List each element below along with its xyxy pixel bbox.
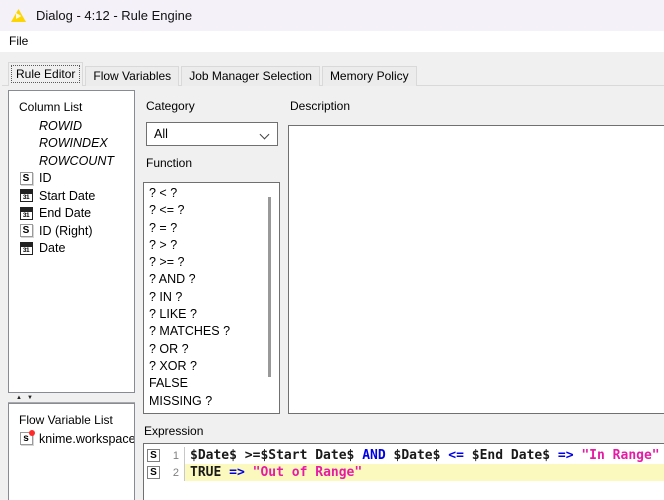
column-list: ROWID ROWINDEX ROWCOUNT S ID 31 Start Date 31 En… — [9, 117, 134, 257]
menu-bar: File — [0, 31, 664, 52]
expression-code: $Date$ >=$Start Date$ AND $Date$ <= $End… — [185, 447, 664, 464]
column-list-title: Column List — [9, 91, 134, 117]
function-item[interactable]: ? OR ? — [144, 341, 279, 358]
string-literal-token: "In Range" — [581, 448, 659, 463]
function-item[interactable]: ? < ? — [144, 185, 279, 202]
keyword-token: AND — [362, 448, 385, 463]
column-list-item[interactable]: ROWID — [9, 117, 134, 135]
plain-token: TRUE — [190, 465, 229, 480]
function-item[interactable]: ? AND ? — [144, 271, 279, 288]
panel-splitter[interactable]: ▲ ▼ — [8, 394, 135, 403]
line-number: 1 — [160, 450, 184, 462]
column-list-item[interactable]: S ID — [9, 170, 134, 188]
string-literal-token: "Out of Range" — [253, 465, 363, 480]
column-item-label: ID — [39, 171, 52, 185]
window-title: Dialog - 4:12 - Rule Engine — [36, 8, 192, 23]
flow-variable-list: s knime.workspace — [9, 430, 134, 448]
tab-job-manager-selection[interactable]: Job Manager Selection — [181, 66, 320, 86]
expression-gutter: S1 — [144, 447, 185, 464]
function-item[interactable]: ? >= ? — [144, 254, 279, 271]
column-list-item[interactable]: 31 Date — [9, 240, 134, 258]
plain-token — [245, 465, 253, 480]
tab-memory-policy[interactable]: Memory Policy — [322, 66, 417, 86]
flow-variable-dot — [29, 430, 35, 436]
column-list-item[interactable]: ROWINDEX — [9, 135, 134, 153]
column-item-label: ROWCOUNT — [39, 154, 114, 168]
function-item[interactable]: ? MATCHES ? — [144, 323, 279, 340]
expression-line[interactable]: S1$Date$ >=$Start Date$ AND $Date$ <= $E… — [144, 447, 664, 464]
string-type-icon: S — [19, 171, 33, 185]
keyword-token: => — [229, 465, 245, 480]
flow-variable-list-title: Flow Variable List — [9, 404, 134, 430]
string-outcome-icon: S — [147, 449, 160, 462]
keyword-token: <= — [448, 448, 464, 463]
plain-token: $Date$ — [386, 448, 449, 463]
plain-token: $End Date$ — [464, 448, 558, 463]
chevron-down-icon — [260, 130, 270, 140]
expression-label: Expression — [144, 424, 203, 438]
column-item-label: End Date — [39, 206, 91, 220]
tab-flow-variables[interactable]: Flow Variables — [85, 66, 179, 86]
function-item[interactable]: ? = ? — [144, 220, 279, 237]
function-item[interactable]: ? XOR ? — [144, 358, 279, 375]
column-item-label: ID (Right) — [39, 224, 92, 238]
function-item[interactable]: ? <= ? — [144, 202, 279, 219]
rule-engine-dialog: Dialog - 4:12 - Rule Engine File Rule Ed… — [0, 0, 664, 500]
column-list-item[interactable]: 31 End Date — [9, 205, 134, 223]
date-type-icon: 31 — [19, 189, 33, 203]
flow-variable-label: knime.workspace — [39, 432, 135, 446]
function-item[interactable]: ? IN ? — [144, 289, 279, 306]
title-bar: Dialog - 4:12 - Rule Engine — [0, 0, 664, 31]
string-outcome-icon: S — [147, 466, 160, 479]
column-list-item[interactable]: S ID (Right) — [9, 222, 134, 240]
column-item-label: Start Date — [39, 189, 95, 203]
category-dropdown[interactable]: All — [146, 122, 278, 146]
line-number: 2 — [160, 467, 184, 479]
string-type-icon: S — [19, 224, 33, 238]
column-list-item[interactable]: ROWCOUNT — [9, 152, 134, 170]
function-scrollbar[interactable] — [268, 197, 271, 377]
expression-code: TRUE => "Out of Range" — [185, 464, 664, 481]
description-label: Description — [290, 99, 350, 113]
menu-file[interactable]: File — [0, 31, 37, 48]
expression-editor[interactable]: S1$Date$ >=$Start Date$ AND $Date$ <= $E… — [143, 443, 664, 500]
function-item[interactable]: FALSE — [144, 375, 279, 392]
category-label: Category — [146, 99, 195, 113]
splitter-down-icon[interactable]: ▼ — [27, 395, 33, 401]
column-list-panel: Column List ROWID ROWINDEX ROWCOUNT S ID 31 St… — [8, 90, 135, 393]
category-selected-value: All — [154, 127, 168, 141]
date-type-icon: 31 — [19, 206, 33, 220]
column-item-label: ROWINDEX — [39, 136, 108, 150]
function-label: Function — [146, 156, 192, 170]
column-item-label: Date — [39, 241, 65, 255]
splitter-up-icon[interactable]: ▲ — [16, 395, 22, 401]
function-item[interactable]: NOT ? — [144, 410, 279, 414]
keyword-token: => — [558, 448, 574, 463]
description-box — [288, 125, 664, 414]
flow-variable-panel: Flow Variable List s knime.workspace — [8, 403, 135, 500]
column-list-item[interactable]: 31 Start Date — [9, 187, 134, 205]
tab-rule-editor[interactable]: Rule Editor — [8, 62, 83, 86]
tab-bar: Rule EditorFlow VariablesJob Manager Sel… — [8, 62, 419, 86]
function-item[interactable]: ? LIKE ? — [144, 306, 279, 323]
plain-token: $Date$ >=$Start Date$ — [190, 448, 362, 463]
date-type-icon: 31 — [19, 241, 33, 255]
flow-variable-item[interactable]: s knime.workspace — [9, 430, 134, 448]
column-item-label: ROWID — [39, 119, 82, 133]
function-item[interactable]: MISSING ? — [144, 393, 279, 410]
flow-variable-string-icon: s — [19, 432, 33, 446]
function-item[interactable]: ? > ? — [144, 237, 279, 254]
expression-gutter: S2 — [144, 464, 185, 481]
knime-triangle-icon — [10, 8, 27, 24]
function-list: ? < ?? <= ?? = ?? > ?? >= ?? AND ?? IN ?… — [143, 182, 280, 414]
expression-line[interactable]: S2TRUE => "Out of Range" — [144, 464, 664, 481]
